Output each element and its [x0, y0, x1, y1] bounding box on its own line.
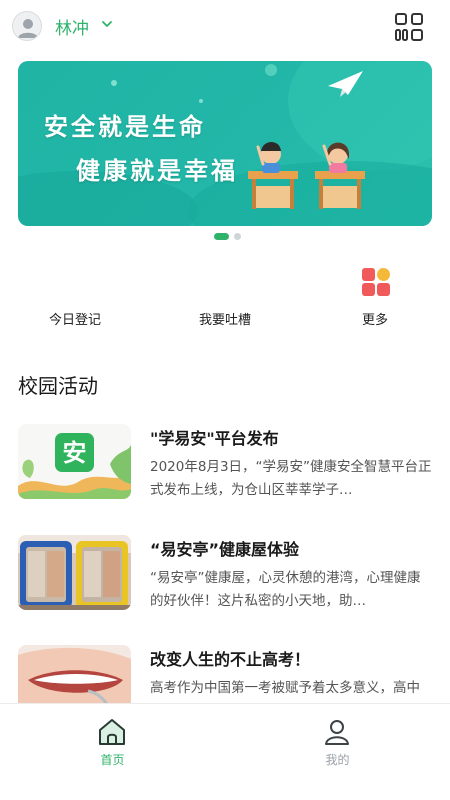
article-title: "学易安"平台发布 [150, 429, 279, 448]
promo-banner[interactable]: 安全就是生命 健康就是幸福 [18, 61, 432, 226]
article-desc: “易安亭”健康屋，心灵休憩的港湾，心理健康的好伙伴！这片私密的小天地，助… [150, 570, 421, 609]
tab-profile[interactable]: 我的 [225, 704, 450, 800]
user-name[interactable]: 林冲 [55, 14, 89, 39]
article-thumbnail: 安 [18, 424, 131, 499]
carousel-dot-active[interactable] [214, 232, 229, 240]
quick-action-checkin[interactable]: 今日登记 [20, 262, 130, 332]
article-desc: 2020年8月3日，“学易安”健康安全智慧平台正式发布上线，为仓山区莘莘学子… [150, 459, 432, 498]
article-item[interactable]: “易安亭”健康屋体验 “易安亭”健康屋，心灵休憩的港湾，心理健康的好伙伴！这片私… [18, 535, 432, 619]
banner-illustration [18, 61, 432, 226]
bottom-tab-bar: 首页 我的 [0, 703, 450, 800]
banner-slogan-2: 健康就是幸福 [76, 157, 238, 185]
article-item[interactable]: 安 "学易安"平台发布 2020年8月3日，“学易安”健康安全智慧平台正式发布上… [18, 424, 432, 508]
quick-action-feedback[interactable]: 我要吐槽 [170, 262, 280, 332]
profile-icon [325, 720, 349, 745]
home-icon [99, 719, 125, 745]
tab-label: 首页 [100, 753, 125, 767]
carousel-dot[interactable] [234, 232, 241, 240]
quick-action-label: 更多 [361, 313, 388, 328]
article-title: 改变人生的不止高考！ [150, 650, 311, 669]
quick-action-label: 我要吐槽 [198, 313, 251, 328]
user-avatar-icon[interactable] [12, 11, 42, 41]
chevron-down-icon[interactable] [101, 19, 113, 29]
app-logo-text: 安 [63, 439, 87, 467]
tab-label: 我的 [325, 753, 350, 767]
article-title: “易安亭”健康屋体验 [150, 540, 300, 559]
top-bar: 林冲 [0, 0, 450, 52]
quick-action-more[interactable]: 更多 [320, 262, 430, 332]
carousel-indicator [214, 232, 241, 240]
banner-slogan-1: 安全就是生命 [44, 113, 206, 141]
quick-action-label: 今日登记 [48, 313, 101, 328]
grid-scan-icon[interactable] [394, 12, 424, 42]
article-thumbnail [18, 535, 131, 610]
tab-home[interactable]: 首页 [0, 704, 225, 800]
quick-actions: 今日登记 我要吐槽 更多 [0, 262, 450, 332]
more-apps-icon [362, 268, 390, 296]
section-title: 校园活动 [18, 374, 98, 398]
